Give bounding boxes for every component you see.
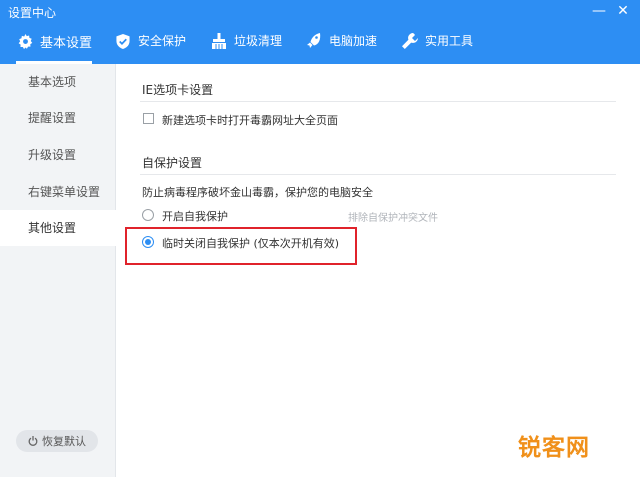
minimize-button[interactable]: — — [588, 2, 610, 20]
window-title: 设置中心 — [8, 6, 57, 20]
section-divider — [140, 101, 616, 102]
section-divider — [140, 174, 616, 175]
self-protect-description: 防止病毒程序破坏金山毒霸，保护您的电脑安全 — [142, 186, 373, 199]
enable-self-protect-radio[interactable] — [142, 209, 154, 221]
sidebar-item-reminders[interactable]: 提醒设置 — [0, 100, 116, 136]
tab-basic-settings[interactable]: 基本设置 — [16, 26, 93, 64]
gear-icon — [16, 32, 34, 50]
highlight-box — [125, 227, 357, 265]
exclude-conflict-files-link[interactable]: 排除自保护冲突文件 — [348, 209, 438, 224]
sidebar-item-basic-options[interactable]: 基本选项 — [0, 64, 116, 100]
power-icon — [28, 436, 38, 446]
new-tab-checkbox-label: 新建选项卡时打开毒霸网址大全页面 — [162, 114, 338, 127]
tab-security[interactable]: 安全保护 — [114, 26, 186, 64]
restore-label: 恢复默认 — [42, 435, 86, 448]
tab-label: 实用工具 — [425, 34, 474, 48]
broom-icon — [210, 32, 228, 50]
sidebar-item-upgrade[interactable]: 升级设置 — [0, 137, 116, 173]
self-protect-section-title: 自保护设置 — [142, 156, 203, 170]
enable-self-protect-label: 开启自我保护 — [162, 210, 228, 223]
tab-junk-clean[interactable]: 垃圾清理 — [210, 26, 282, 64]
restore-default-button[interactable]: 恢复默认 — [16, 430, 98, 452]
sidebar: 基本选项 提醒设置 升级设置 右键菜单设置 其他设置 恢复默认 — [0, 64, 116, 477]
tab-label: 基本设置 — [40, 36, 93, 51]
wrench-icon — [401, 32, 419, 50]
tab-pc-speedup[interactable]: 电脑加速 — [305, 26, 377, 64]
sidebar-item-context-menu[interactable]: 右键菜单设置 — [0, 174, 116, 210]
title-bar: 设置中心 — ✕ 基本设置 安全保护 垃圾清理 电脑加速 实用工具 — [0, 0, 640, 64]
ie-section-title: IE选项卡设置 — [142, 83, 214, 97]
rocket-icon — [305, 32, 323, 50]
watermark-logo: 锐客网 — [518, 435, 590, 461]
tab-label: 垃圾清理 — [234, 34, 283, 48]
tab-utilities[interactable]: 实用工具 — [401, 26, 473, 64]
new-tab-checkbox[interactable] — [143, 113, 154, 124]
shield-icon — [114, 32, 132, 50]
tab-label: 电脑加速 — [329, 34, 378, 48]
tab-label: 安全保护 — [138, 34, 187, 48]
close-button[interactable]: ✕ — [612, 2, 634, 20]
sidebar-item-other[interactable]: 其他设置 — [0, 210, 116, 246]
